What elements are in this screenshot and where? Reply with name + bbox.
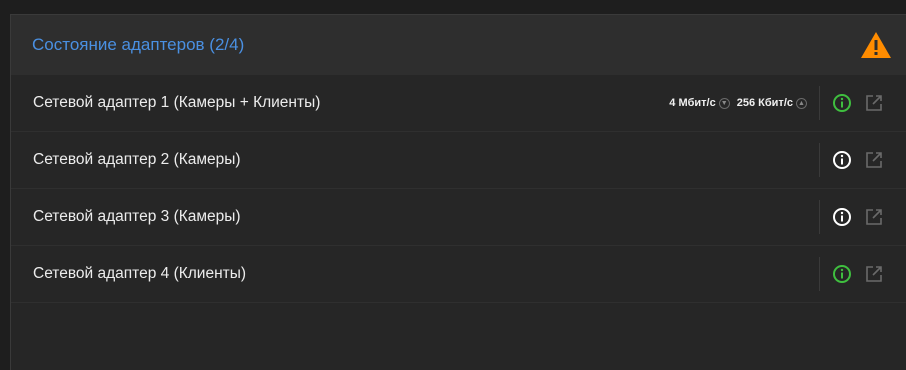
adapter-label: Сетевой адаптер 4 (Клиенты) bbox=[33, 265, 247, 282]
open-external-icon[interactable] bbox=[864, 150, 884, 170]
adapter-row: Сетевой адаптер 2 (Камеры) bbox=[11, 132, 906, 189]
divider bbox=[819, 86, 820, 120]
panel-header: Состояние адаптеров (2/4) bbox=[11, 15, 906, 75]
adapter-row: Сетевой адаптер 3 (Камеры) bbox=[11, 189, 906, 246]
adapter-row: Сетевой адаптер 1 (Камеры + Клиенты) 4 М… bbox=[11, 75, 906, 132]
download-arrow-icon: ▼ bbox=[718, 97, 730, 109]
adapter-label: Сетевой адаптер 3 (Камеры) bbox=[33, 208, 241, 225]
adapter-row: Сетевой адаптер 4 (Клиенты) bbox=[11, 246, 906, 303]
panel-title: Состояние адаптеров (2/4) bbox=[32, 35, 245, 54]
traffic-stats: 4 Мбит/с ▼ 256 Кбит/с ▲ bbox=[669, 97, 811, 109]
info-icon[interactable] bbox=[832, 264, 852, 284]
open-external-icon[interactable] bbox=[864, 207, 884, 227]
adapter-label: Сетевой адаптер 1 (Камеры + Клиенты) bbox=[33, 94, 321, 111]
open-external-icon[interactable] bbox=[864, 264, 884, 284]
adapters-status-panel: Состояние адаптеров (2/4) Сетевой адапте… bbox=[10, 14, 906, 370]
row-actions bbox=[832, 150, 906, 170]
upload-arrow-icon: ▲ bbox=[796, 97, 807, 109]
info-icon[interactable] bbox=[832, 150, 852, 170]
divider bbox=[819, 143, 820, 177]
row-actions bbox=[832, 93, 906, 113]
adapter-label: Сетевой адаптер 2 (Камеры) bbox=[33, 151, 241, 168]
upload-rate: 256 Кбит/с bbox=[736, 97, 793, 109]
info-icon[interactable] bbox=[832, 207, 852, 227]
info-icon[interactable] bbox=[832, 93, 852, 113]
row-actions bbox=[832, 207, 906, 227]
divider bbox=[819, 257, 820, 291]
open-external-icon[interactable] bbox=[864, 93, 884, 113]
warning-triangle-icon[interactable] bbox=[860, 31, 892, 59]
divider bbox=[819, 200, 820, 234]
download-rate: 4 Мбит/с bbox=[669, 97, 716, 109]
row-actions bbox=[832, 264, 906, 284]
